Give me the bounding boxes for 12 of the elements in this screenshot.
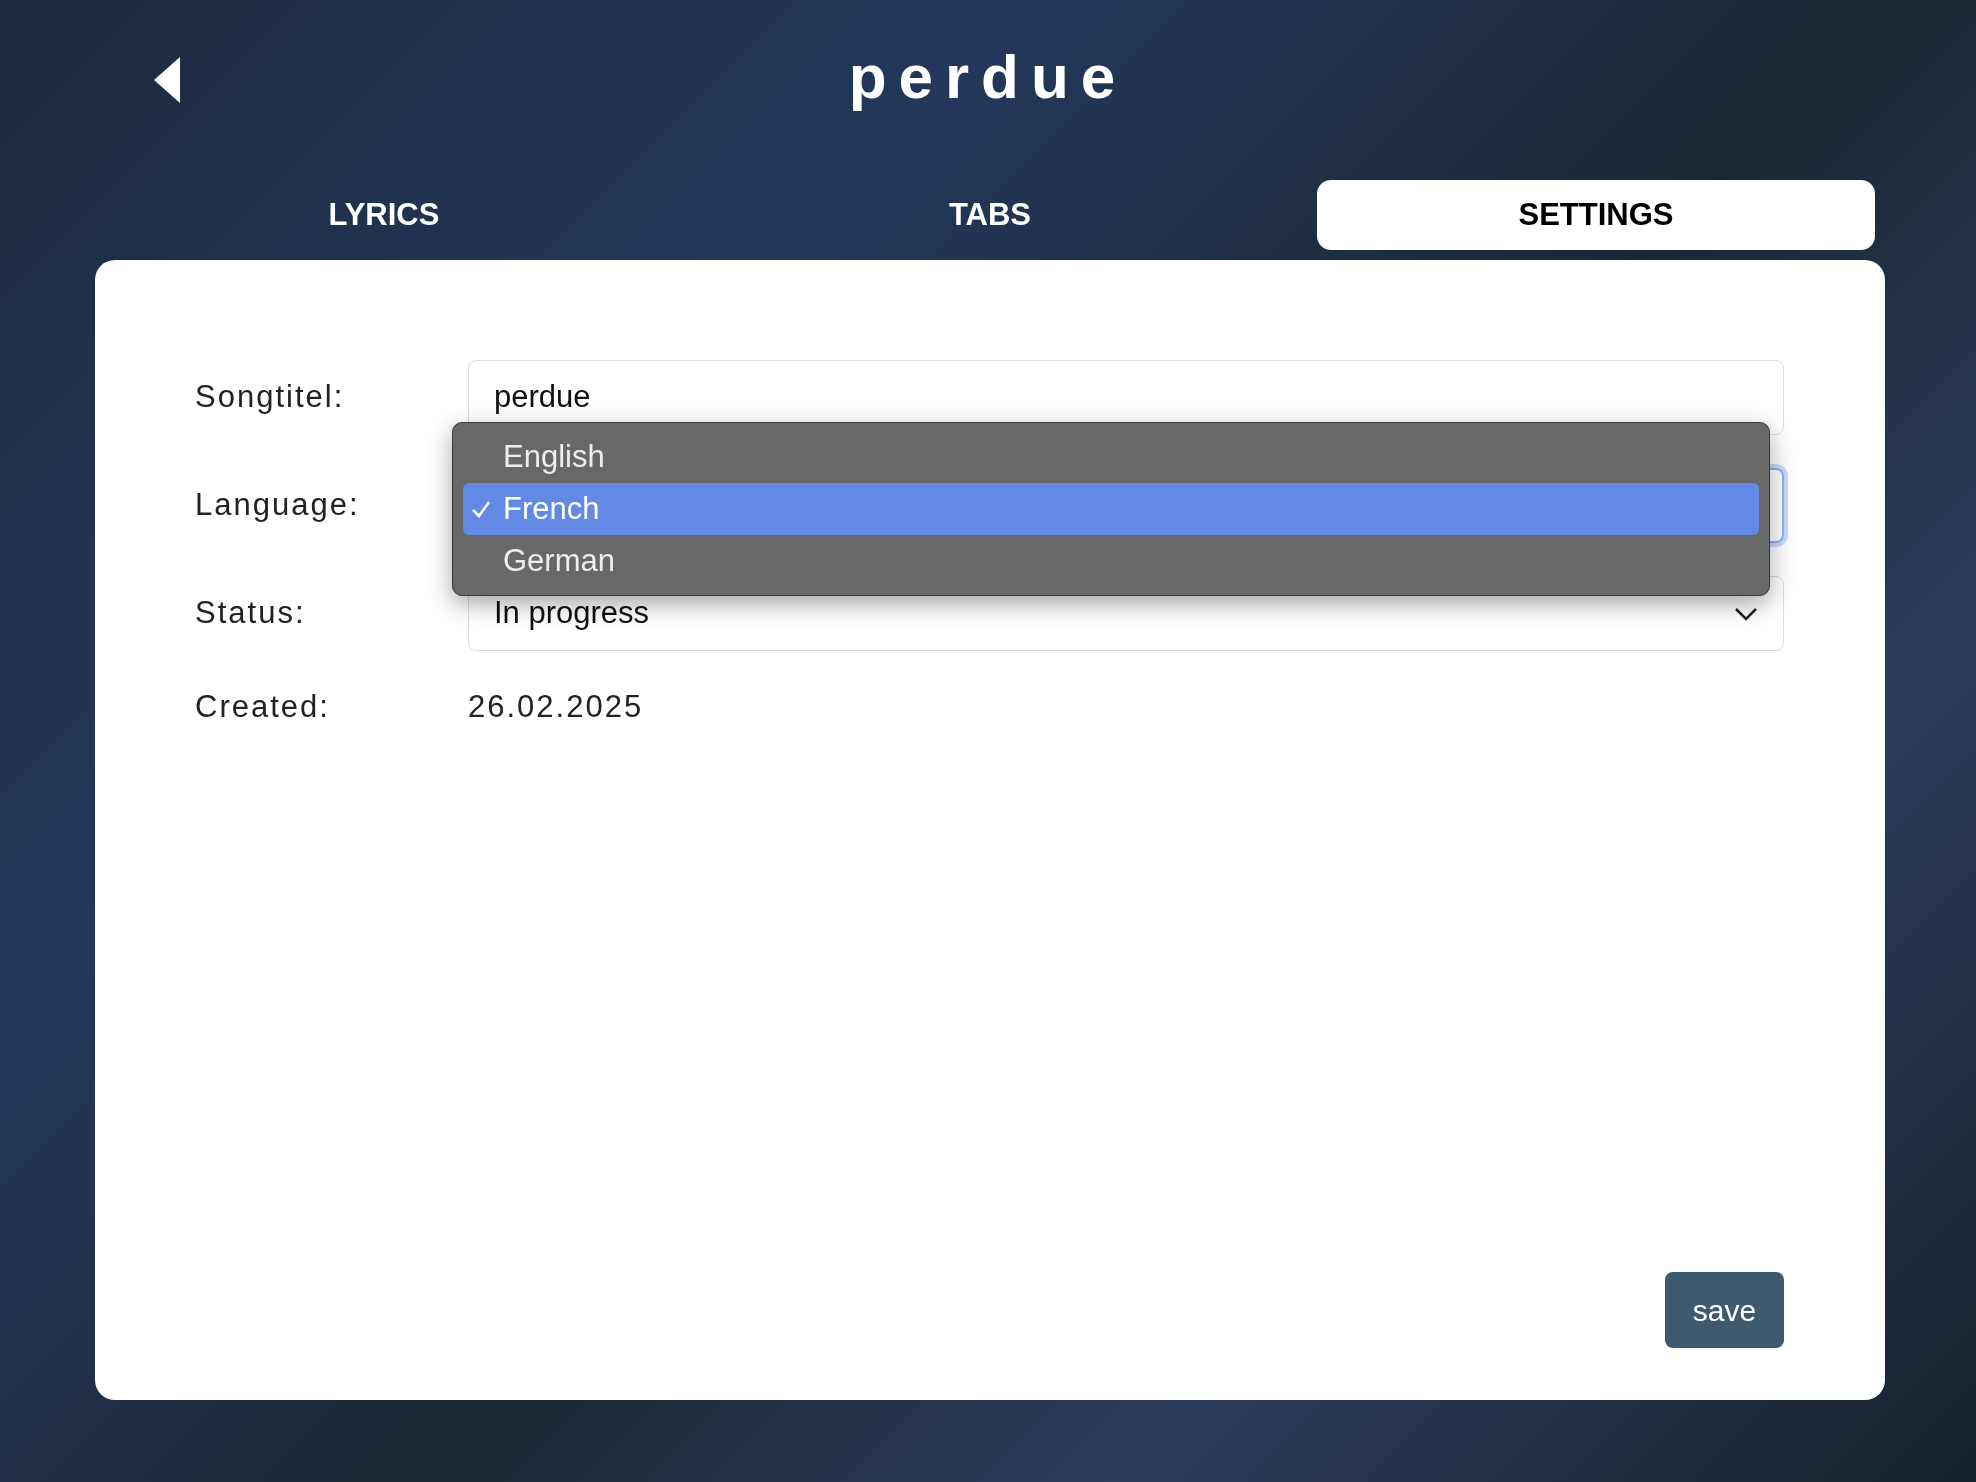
checkmark-icon [471, 499, 491, 519]
field-label: Status: [195, 594, 307, 633]
tab[interactable]: SETTINGS [1317, 180, 1875, 250]
field-label: Songtitel: [195, 378, 346, 417]
created-date: 26.02.2025 [468, 688, 645, 726]
field-label: Language: [195, 486, 361, 525]
song-title: perdue [847, 41, 1129, 113]
tab[interactable]: LYRICS [105, 180, 663, 250]
tab[interactable]: TABS [711, 180, 1269, 250]
chevron-down-icon [1734, 606, 1758, 621]
save-button[interactable]: save [1665, 1272, 1784, 1348]
field-label: Created: [195, 688, 331, 726]
